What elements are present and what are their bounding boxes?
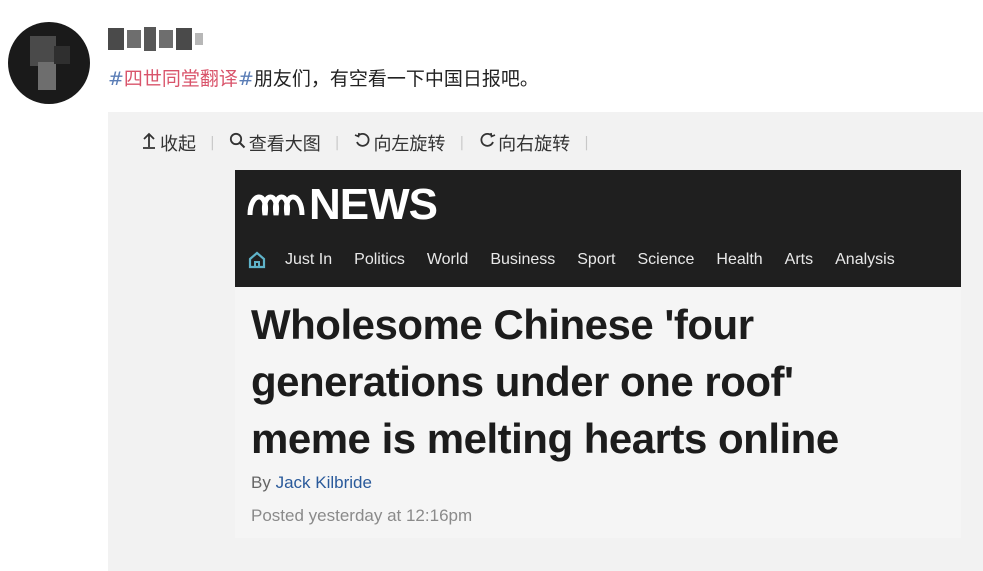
article-screenshot[interactable]: NEWS Just In Politics World Business Spo… [235,170,961,538]
abc-nav: Just In Politics World Business Sport Sc… [247,250,895,270]
rotate-right-button[interactable]: 向右旋转 [478,130,570,156]
nav-item-politics[interactable]: Politics [354,251,405,269]
toolbar-separator: | [210,135,215,151]
nav-item-business[interactable]: Business [490,251,555,269]
collapse-button[interactable]: 收起 [140,130,196,156]
headline-line: meme is melting hearts online [251,415,839,462]
toolbar-separator: | [334,135,340,151]
author-link[interactable]: Jack Kilbride [276,473,372,492]
collapse-label: 收起 [160,134,196,155]
abc-header: NEWS Just In Politics World Business Spo… [235,170,961,287]
view-large-button[interactable]: 查看大图 [229,130,321,156]
rotate-left-icon [353,132,371,154]
rotate-left-label: 向左旋转 [373,134,446,155]
toolbar-separator: | [459,135,465,151]
magnifier-icon [229,132,247,154]
rotate-right-icon [478,132,496,154]
hashtag-open[interactable]: # [108,68,124,90]
article-headline: Wholesome Chinese 'four generations unde… [251,296,951,467]
username-pixelated[interactable] [108,24,203,54]
headline-line: generations under one roof' [251,358,794,405]
nav-item-just-in[interactable]: Just In [285,251,332,269]
nav-item-world[interactable]: World [427,251,469,269]
image-viewer-panel: 收起 | 查看大图 | 向左旋转 | 向右旋转 | NEWS Just In P… [108,112,983,571]
abc-logo-icon [247,194,305,216]
nav-item-health[interactable]: Health [716,251,762,269]
abc-news-wordmark: NEWS [309,180,438,229]
rotate-right-label: 向右旋转 [498,134,571,155]
headline-line: Wholesome Chinese 'four [251,301,754,348]
nav-item-arts[interactable]: Arts [785,251,813,269]
post-body: 朋友们，有空看一下中国日报吧。 [253,68,539,90]
hashtag-close[interactable]: # [238,68,254,90]
arrow-up-icon [140,132,158,155]
byline-prefix: By [251,473,276,492]
posted-timestamp: Posted yesterday at 12:16pm [251,506,473,525]
hashtag-link[interactable]: 四世同堂翻译 [124,68,238,90]
nav-item-science[interactable]: Science [638,251,695,269]
abc-news-logo: NEWS [247,178,438,232]
view-large-label: 查看大图 [248,134,321,155]
avatar[interactable] [8,22,90,104]
article-byline: By Jack Kilbride [251,473,372,493]
image-toolbar: 收起 | 查看大图 | 向左旋转 | 向右旋转 | [140,130,603,156]
rotate-left-button[interactable]: 向左旋转 [353,130,445,156]
nav-item-analysis[interactable]: Analysis [835,251,895,269]
toolbar-separator: | [584,135,589,151]
post-text: #四世同堂翻译#朋友们，有空看一下中国日报吧。 [108,64,539,91]
nav-item-sport[interactable]: Sport [577,251,615,269]
home-icon[interactable] [247,250,267,270]
